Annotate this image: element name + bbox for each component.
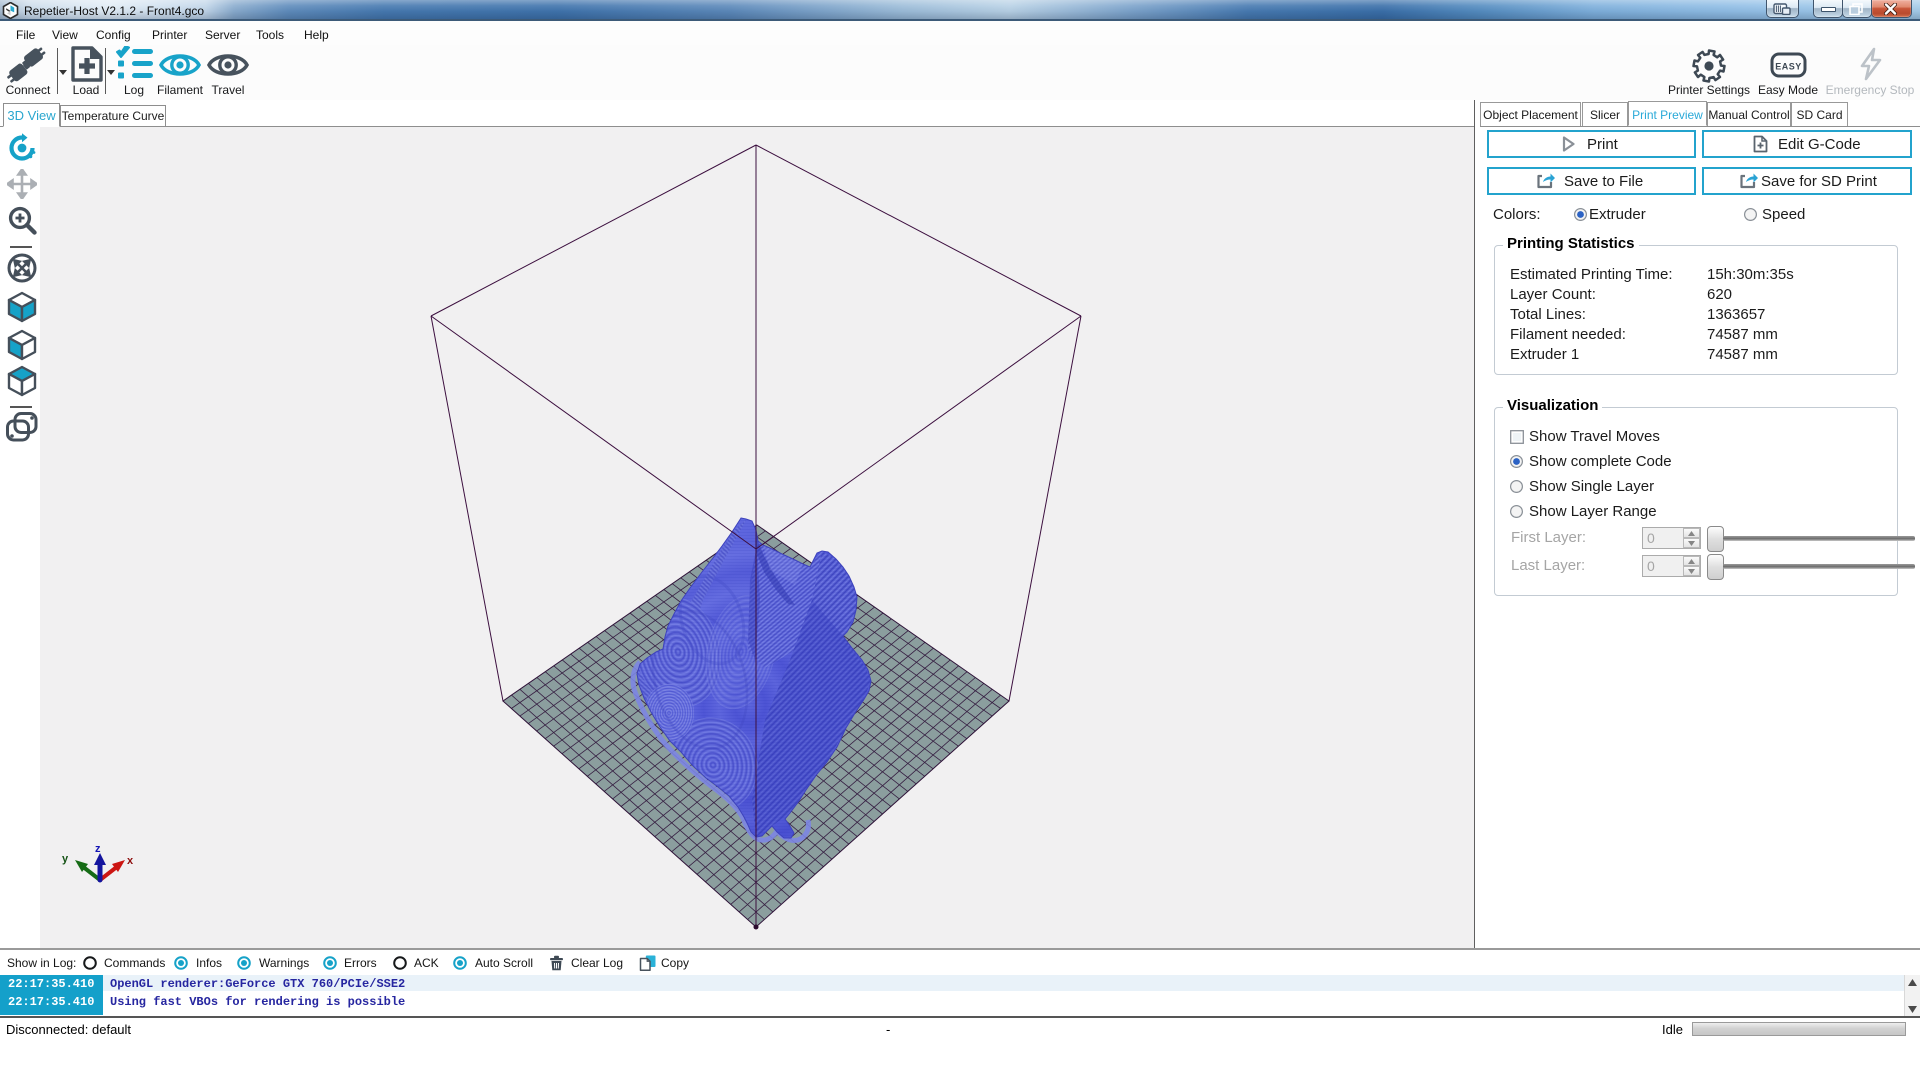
svg-text:z: z xyxy=(95,843,101,855)
svg-text:y: y xyxy=(62,853,69,865)
svg-text:EASY: EASY xyxy=(1775,62,1802,72)
svg-text:x: x xyxy=(127,855,134,867)
